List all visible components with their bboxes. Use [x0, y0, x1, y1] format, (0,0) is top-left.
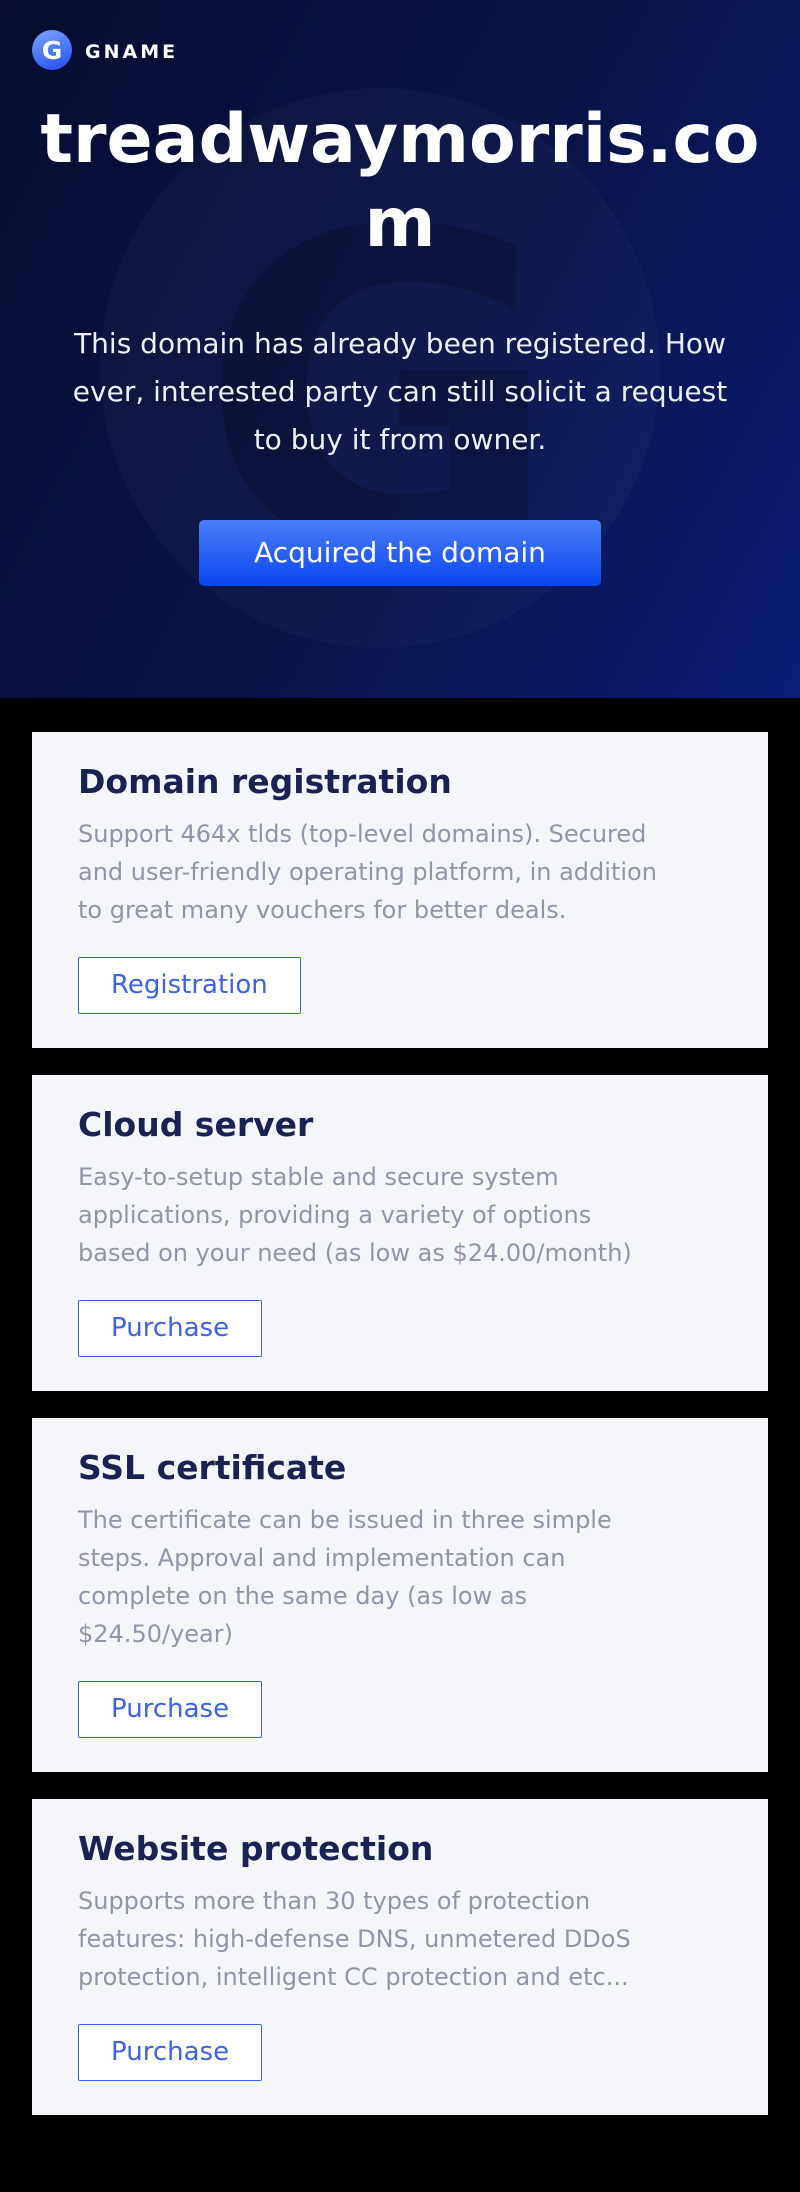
domain-title: treadwaymorris.co m [38, 98, 762, 266]
services-section: Domain registration Support 464x tlds (t… [0, 698, 800, 2188]
card-title: SSL certificate [78, 1448, 722, 1487]
purchase-cloud-server-button[interactable]: Purchase [78, 1300, 262, 1357]
card-ssl-certificate: SSL certificate The certificate can be i… [32, 1418, 768, 1772]
registration-button[interactable]: Registration [78, 957, 301, 1014]
page: G G GNAME treadwaymorris.co m [0, 0, 800, 2192]
card-description: Support 464x tlds (top-level domains). S… [78, 815, 722, 929]
card-description: Easy-to-setup stable and secure system a… [78, 1158, 722, 1272]
card-description: The certificate can be issued in three s… [78, 1501, 722, 1653]
acquire-domain-button[interactable]: Acquired the domain [199, 520, 601, 586]
purchase-ssl-button[interactable]: Purchase [78, 1681, 262, 1738]
purchase-protection-button[interactable]: Purchase [78, 2024, 262, 2081]
card-description: Supports more than 30 types of protectio… [78, 1882, 722, 1996]
hero-content: treadwaymorris.co m This domain has alre… [0, 30, 800, 586]
card-website-protection: Website protection Supports more than 30… [32, 1799, 768, 2115]
hero-section: G G GNAME treadwaymorris.co m [0, 0, 800, 698]
card-domain-registration: Domain registration Support 464x tlds (t… [32, 732, 768, 1048]
card-cloud-server: Cloud server Easy-to-setup stable and se… [32, 1075, 768, 1391]
card-title: Website protection [78, 1829, 722, 1868]
hero-description: This domain has already been registered.… [38, 320, 762, 464]
card-title: Cloud server [78, 1105, 722, 1144]
card-title: Domain registration [78, 762, 722, 801]
